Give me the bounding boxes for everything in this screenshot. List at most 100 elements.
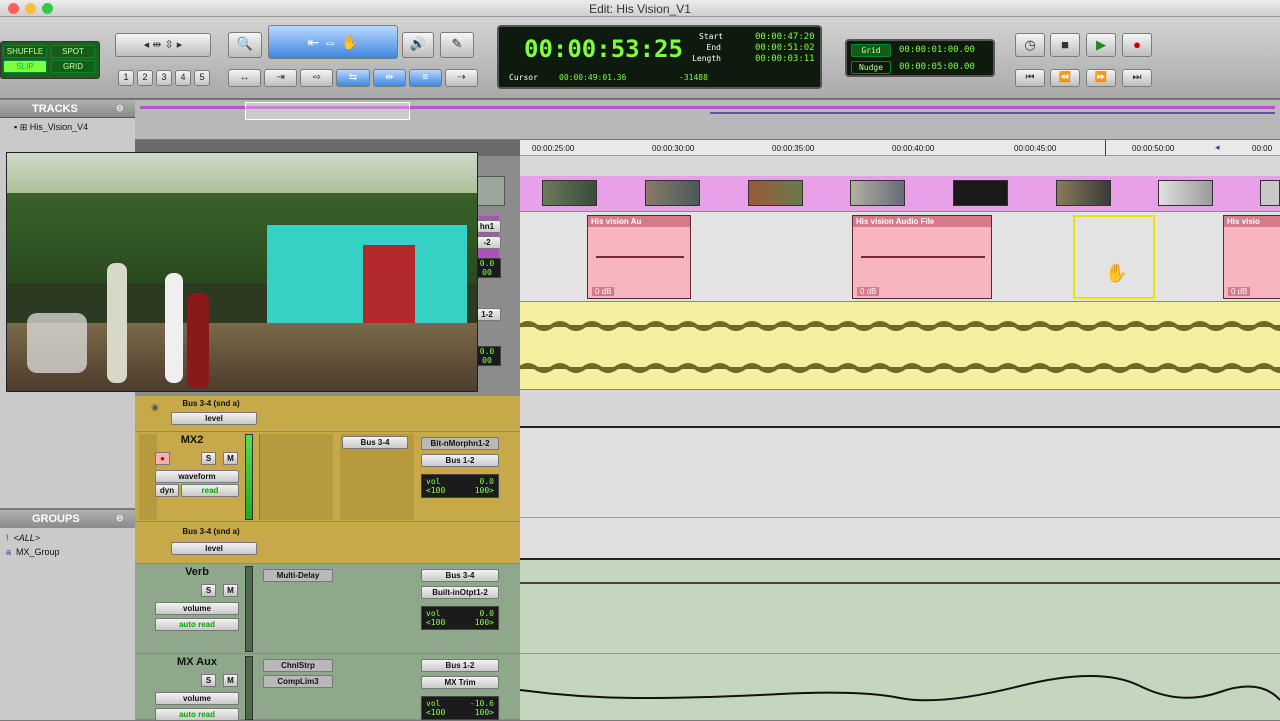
verb-lane[interactable]: [520, 584, 1280, 654]
pencil-tool-icon[interactable]: ✎: [440, 32, 474, 58]
zoom-preset-1[interactable]: 1: [118, 70, 134, 86]
video-seated-people: [27, 313, 87, 373]
mx-aux-output[interactable]: MX Trim: [421, 676, 499, 689]
nudge-value[interactable]: 00:00:05:00.00: [899, 62, 975, 72]
audio-clip-track[interactable]: His vision Au 0 dB His vision Audio File…: [520, 212, 1280, 302]
mx-aux-auto-mode[interactable]: auto read: [155, 708, 239, 721]
rewind-icon[interactable]: ⏪: [1050, 69, 1080, 87]
verb-output[interactable]: Built-inOtpt1-2: [421, 586, 499, 599]
shuffle-mode-button[interactable]: SHUFFLE: [3, 45, 47, 58]
mx-aux-insert-2[interactable]: CompLim3: [263, 675, 333, 688]
mx2-view-selector[interactable]: waveform: [155, 470, 239, 483]
online-icon[interactable]: ◷: [1015, 33, 1045, 57]
slip-mode-button[interactable]: SLIP: [3, 60, 47, 73]
main-counter[interactable]: 00:00:53:25 Start 00:00:47:20 End 00:00:…: [497, 25, 822, 89]
audio-clip[interactable]: His vision Au 0 dB: [587, 215, 691, 299]
track-list-item[interactable]: ▪ ⊞ His_Vision_V4: [14, 122, 88, 133]
aux-send-lane-1[interactable]: [520, 390, 1280, 428]
mx2-auto-mode[interactable]: read: [181, 484, 239, 497]
zoomer-tool-icon[interactable]: 🔍: [228, 32, 262, 58]
selection-end-marker-icon[interactable]: ◂: [1215, 142, 1220, 153]
mx-waveform-track[interactable]: [520, 302, 1280, 390]
mx-aux-insert-1[interactable]: ChnlStrp: [263, 659, 333, 672]
verb-mute-button[interactable]: M: [223, 584, 238, 597]
overview-visible-region[interactable]: [245, 102, 410, 120]
trim-icon[interactable]: ↔: [228, 69, 262, 87]
mx2-volume[interactable]: vol 0.0 <100 100>: [421, 474, 499, 498]
zoom-buttons[interactable]: ◂ ⇹ ⇳ ▸: [115, 33, 211, 57]
aux-send-lane-2[interactable]: [520, 518, 1280, 560]
track-name-mx2[interactable]: MX2: [157, 434, 227, 446]
aux-send-2-mode[interactable]: level: [171, 542, 257, 555]
return-to-zero-icon[interactable]: ⏮: [1015, 69, 1045, 87]
mx2-insert-1[interactable]: Bit-nMorphn1-2: [421, 437, 499, 450]
mx-aux-mute-button[interactable]: M: [223, 674, 238, 687]
tracks-header[interactable]: TRACKS ⊖: [0, 100, 135, 118]
stop-icon[interactable]: ■: [1050, 33, 1080, 57]
mx-aux-lane[interactable]: [520, 654, 1280, 720]
zoom-preset-5[interactable]: 5: [194, 70, 210, 86]
audio-clip[interactable]: His vision Audio File 0 dB: [852, 215, 992, 299]
smart-tool-group[interactable]: ⇤ ⇔ ✋: [268, 25, 398, 59]
stereo-waveform: [520, 321, 1280, 373]
audio-clip[interactable]: His visio 0 dB: [1223, 215, 1280, 299]
verb-solo-button[interactable]: S: [201, 584, 216, 597]
zoom-preset-3[interactable]: 3: [156, 70, 172, 86]
verb-view-selector[interactable]: volume: [155, 602, 239, 615]
nudge-label[interactable]: Nudge: [851, 61, 891, 74]
groups-menu-icon[interactable]: ⊖: [116, 513, 124, 524]
aux-send-2-bus[interactable]: Bus 3-4 (snd a): [171, 526, 251, 537]
grid-mode-button[interactable]: GRID: [51, 60, 95, 73]
selection-box[interactable]: ✋: [1073, 215, 1155, 299]
fast-forward-icon[interactable]: ⏩: [1086, 69, 1116, 87]
verb-input[interactable]: Bus 3-4: [421, 569, 499, 582]
mx-aux-view-selector[interactable]: volume: [155, 692, 239, 705]
zoom-preset-4[interactable]: 4: [175, 70, 191, 86]
timecode-ruler[interactable]: 00:00:25:00 00:00:30:00 00:00:35:00 00:0…: [520, 140, 1280, 156]
playhead-marker[interactable]: [1105, 140, 1106, 156]
grid-value[interactable]: 00:00:01:00.00: [899, 45, 975, 55]
group-item-mx[interactable]: a MX_Group: [6, 547, 60, 557]
verb-auto-mode[interactable]: auto read: [155, 618, 239, 631]
mx2-send-bus[interactable]: Bus 3-4: [342, 436, 408, 449]
shift-icon[interactable]: ⇥: [264, 69, 298, 87]
mx-aux-input[interactable]: Bus 1-2: [421, 659, 499, 672]
go-to-end-icon[interactable]: ⏭: [1122, 69, 1152, 87]
insertion-follows-icon[interactable]: ⇢: [444, 69, 478, 87]
verb-insert-1[interactable]: Multi-Delay: [263, 569, 333, 582]
group-item-all[interactable]: ! <ALL>: [6, 533, 40, 543]
tab-to-transient-icon[interactable]: ⇹: [372, 69, 406, 87]
mx-aux-volume[interactable]: vol -10.6 <100 100>: [421, 696, 499, 720]
groups-header[interactable]: GROUPS ⊖: [0, 510, 135, 528]
zoom-preset-2[interactable]: 2: [137, 70, 153, 86]
scrubber-tool-icon[interactable]: 🔊: [402, 32, 434, 58]
mx2-output[interactable]: Bus 1-2: [421, 454, 499, 467]
mx2-lane[interactable]: [520, 428, 1280, 518]
grid-label[interactable]: Grid: [851, 44, 891, 57]
mx2-mute-button[interactable]: M: [223, 452, 238, 465]
video-window[interactable]: [6, 152, 478, 392]
video-track[interactable]: [520, 176, 1280, 212]
spot-mode-button[interactable]: SPOT: [51, 45, 95, 58]
nudge-icon[interactable]: ⇨: [300, 69, 334, 87]
mx2-solo-button[interactable]: S: [201, 452, 216, 465]
aux-send-1-bus[interactable]: Bus 3-4 (snd a): [171, 398, 251, 409]
play-icon[interactable]: ▶: [1086, 33, 1116, 57]
record-icon[interactable]: ●: [1122, 33, 1152, 57]
mx2-sends[interactable]: Bus 3-4: [340, 434, 414, 520]
mx2-inserts-a[interactable]: [259, 434, 333, 520]
verb-lane-top[interactable]: [520, 560, 1280, 584]
mx-aux-solo-button[interactable]: S: [201, 674, 216, 687]
aux-send-1-mode[interactable]: level: [171, 412, 257, 425]
track-name-verb[interactable]: Verb: [157, 566, 237, 578]
verb-volume[interactable]: vol 0.0 <100 100>: [421, 606, 499, 630]
link-icon[interactable]: ⇆: [336, 69, 370, 87]
playlist-area[interactable]: His vision Au 0 dB His vision Audio File…: [520, 156, 1280, 720]
aux-expand-icon[interactable]: ◉: [151, 402, 159, 413]
tracks-menu-icon[interactable]: ⊖: [116, 103, 124, 114]
video-person: [187, 293, 209, 388]
universe-overview[interactable]: [135, 100, 1280, 140]
mirror-icon[interactable]: ≡: [408, 69, 442, 87]
mx2-record-button[interactable]: ●: [155, 452, 170, 465]
track-name-mx-aux[interactable]: MX Aux: [157, 656, 237, 668]
